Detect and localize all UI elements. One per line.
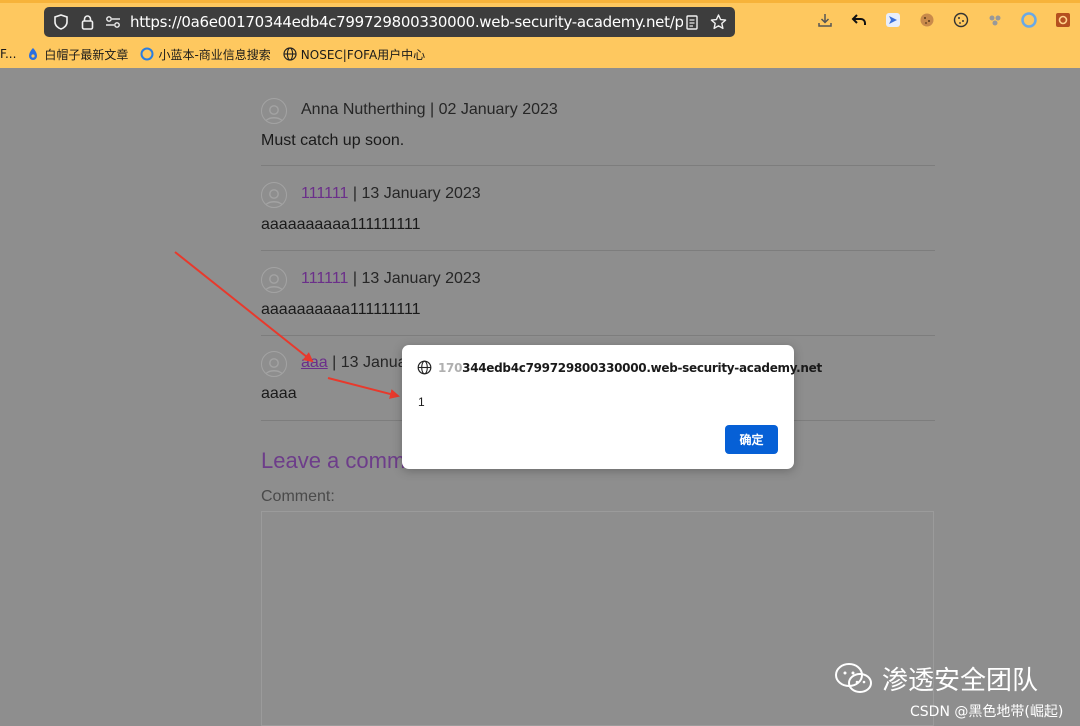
bookmark-label: F...	[0, 47, 17, 61]
extension-puzzle-icon[interactable]	[985, 10, 1005, 30]
comment-separator: |	[348, 270, 362, 287]
leave-comment-heading: Leave a comm	[261, 448, 406, 473]
bookmark-item[interactable]: F...	[0, 47, 16, 61]
extension-gear-icon[interactable]	[1053, 10, 1073, 30]
comment-author-link[interactable]: 111111	[301, 185, 348, 202]
bookmark-star-icon[interactable]	[709, 13, 727, 31]
comment-separator: |	[425, 101, 439, 118]
dialog-origin-host: 344edb4c799729800330000.web-security-aca…	[462, 361, 822, 375]
comment-date: 13 Janua	[340, 354, 407, 371]
baimaozi-logo-icon	[26, 47, 40, 61]
bookmarks-bar: F... 白帽子最新文章 小蓝本-商业信息搜索 NOSEC|FOFA用户中心	[0, 44, 437, 64]
download-icon[interactable]	[815, 10, 835, 30]
cookie-icon[interactable]	[917, 10, 937, 30]
watermark-text: 渗透安全团队	[882, 666, 1039, 696]
lock-icon[interactable]	[78, 13, 96, 31]
csdn-watermark: CSDN @黑色地带(崛起)	[910, 704, 1064, 720]
avatar	[261, 351, 287, 377]
globe-icon	[283, 47, 297, 61]
permissions-icon[interactable]	[104, 13, 122, 31]
cookie-editor-icon[interactable]	[951, 10, 971, 30]
divider	[261, 250, 935, 251]
divider	[261, 165, 935, 166]
bookmark-label: NOSEC|FOFA用户中心	[300, 47, 426, 62]
dialog-origin-faded: 170	[438, 361, 463, 375]
bookmark-item[interactable]: 小蓝本-商业信息搜索	[140, 46, 271, 63]
comment-separator: |	[348, 185, 362, 202]
avatar	[261, 267, 287, 293]
divider	[261, 335, 935, 336]
ok-button[interactable]: 确定	[725, 425, 778, 454]
comment-meta: 111111 | 13 January 2023	[301, 185, 481, 203]
comment-meta: aaa | 13 Janua	[301, 354, 407, 372]
comment-date: 02 January 2023	[438, 101, 558, 118]
comment-label: Comment:	[261, 488, 335, 505]
alert-dialog: 170344edb4c799729800330000.web-security-…	[402, 345, 822, 469]
comment-meta: 111111 | 13 January 2023	[301, 270, 481, 288]
bookmark-item[interactable]: NOSEC|FOFA用户中心	[283, 46, 425, 63]
shield-icon[interactable]	[52, 13, 70, 31]
comment-text: aaaaaaaaaa111111111	[261, 216, 421, 233]
extension-circle-icon[interactable]	[1019, 10, 1039, 30]
comment-separator: |	[327, 354, 341, 371]
avatar	[261, 98, 287, 124]
wechat-icon	[835, 662, 872, 693]
dialog-origin: 170344edb4c799729800330000.web-security-…	[438, 361, 822, 375]
dialog-message: 1	[418, 395, 425, 409]
reader-view-icon[interactable]	[683, 13, 701, 31]
toolbar-extensions	[815, 10, 1073, 30]
address-bar[interactable]: https://0a6e00170344edb4c799729800330000…	[44, 7, 735, 37]
comment-text: Must catch up soon.	[261, 132, 405, 149]
comment-text: aaaa	[261, 385, 297, 402]
comment-text: aaaaaaaaaa111111111	[261, 301, 421, 318]
url-text[interactable]: https://0a6e00170344edb4c799729800330000…	[130, 13, 683, 31]
extension-bird-icon[interactable]	[883, 10, 903, 30]
browser-toolbar: https://0a6e00170344edb4c799729800330000…	[0, 0, 1080, 68]
tab-strip-edge	[0, 0, 1080, 3]
xiaolanben-logo-icon	[140, 47, 154, 61]
avatar	[261, 182, 287, 208]
back-arrow-icon[interactable]	[849, 10, 869, 30]
comment-date: 13 January 2023	[361, 185, 481, 202]
comment-author-link[interactable]: 111111	[301, 270, 348, 287]
comment-author: Anna Nutherthing	[301, 101, 426, 118]
comment-meta: Anna Nutherthing | 02 January 2023	[301, 101, 558, 119]
bookmark-label: 小蓝本-商业信息搜索	[158, 47, 271, 62]
bookmark-label: 白帽子最新文章	[44, 47, 129, 62]
comment-author-link[interactable]: aaa	[301, 354, 328, 371]
watermark: 渗透安全团队	[834, 660, 1038, 697]
comment-date: 13 January 2023	[361, 270, 481, 287]
globe-icon	[417, 360, 432, 375]
bookmark-item[interactable]: 白帽子最新文章	[26, 46, 128, 63]
